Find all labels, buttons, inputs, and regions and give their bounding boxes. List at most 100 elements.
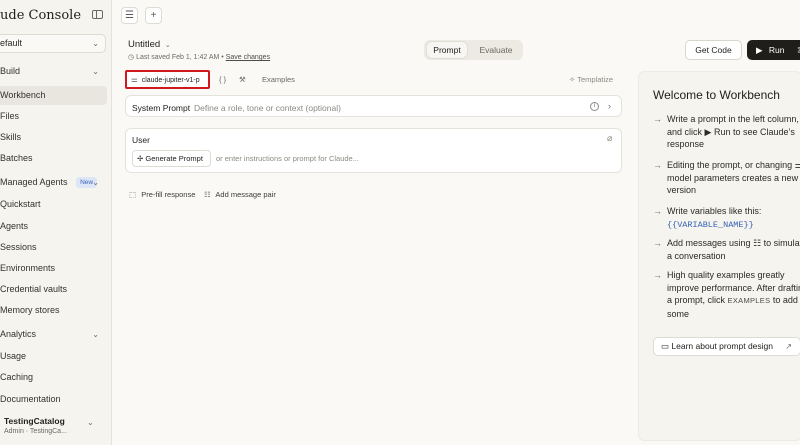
prefill-response-button[interactable]: ⬚ Pre-fill response [129, 190, 195, 199]
paperclip-icon[interactable]: ⌀ [607, 133, 612, 144]
prefill-label: Pre-fill response [141, 190, 196, 199]
add-message-pair-button[interactable]: ☷ Add message pair [204, 190, 276, 199]
nav-batches[interactable]: Batches [0, 149, 107, 168]
user-org: Admin · TestingCa... [4, 428, 67, 435]
system-prompt-input[interactable]: Define a role, tone or context (optional… [194, 103, 341, 113]
chevron-down-icon: ⌄ [92, 330, 99, 339]
nav-label: Batches [0, 153, 33, 163]
run-button[interactable]: ▶ Run ⌘ [747, 40, 800, 60]
nav-label: Quickstart [0, 199, 41, 209]
tip-examples: → High quality examples greatly improve … [653, 269, 800, 320]
sparkle-icon: ✢ [137, 154, 144, 163]
nav-label: Managed Agents [0, 177, 68, 187]
tip-text: Add messages using [667, 238, 751, 248]
tip-messages: → Add messages using ☷ to simulate a con… [653, 237, 800, 262]
list-icon[interactable]: ☰ [121, 7, 138, 24]
nav-label: Environments [0, 263, 56, 273]
nav-memory-stores[interactable]: Memory stores [0, 301, 107, 320]
arrow-right-icon: → [653, 270, 662, 280]
nav-label: Documentation [0, 394, 61, 404]
examples-button[interactable]: Examples [262, 75, 295, 84]
saved-time: Last saved Feb 1, 1:42 AM [136, 54, 220, 61]
workspace-select[interactable]: efault ⌄ [0, 34, 106, 53]
sliders-icon: ⚌ [131, 75, 138, 84]
generate-prompt-label: Generate Prompt [145, 154, 203, 163]
nav-environments[interactable]: Environments [0, 259, 107, 278]
system-prompt-label: System Prompt [132, 103, 191, 113]
model-name: claude-jupiter-v1-p [141, 77, 200, 84]
nav-label: Credential vaults [0, 284, 68, 294]
chevron-right-icon[interactable]: › [608, 101, 611, 111]
workspace-label: efault [0, 38, 23, 48]
nav-quickstart[interactable]: Quickstart [0, 195, 107, 214]
doc-title-dropdown[interactable]: Untitled ⌄ [128, 39, 171, 50]
nav-agents[interactable]: Agents [0, 217, 107, 236]
mode-tabs: Prompt Evaluate [424, 40, 523, 60]
nav-analytics[interactable]: Analytics ⌄ [0, 325, 107, 344]
system-prompt-card[interactable]: System Prompt Define a role, tone or con… [125, 95, 622, 117]
tip-variables: → Write variables like this: {{VARIABLE_… [653, 205, 800, 231]
nav-label: Agents [0, 221, 29, 231]
nav-label: Usage [0, 351, 27, 361]
user-account-menu[interactable]: TestingCatalog Admin · TestingCa... ⌄ [0, 412, 112, 442]
nav-workbench[interactable]: Workbench [0, 86, 107, 105]
user-message-input[interactable]: or enter instructions or prompt for Clau… [216, 154, 359, 163]
examples-keyword: EXAMPLES [727, 296, 771, 305]
arrow-right-icon: → [653, 206, 662, 216]
nav-skills[interactable]: Skills [0, 128, 107, 147]
tip-text: model parameters creates a new version [667, 172, 799, 196]
chevron-down-icon: ⌄ [164, 42, 171, 49]
templatize-button[interactable]: ✧ Templatize [569, 75, 613, 84]
wrench-icon[interactable]: ⚒ [239, 75, 246, 84]
nav-documentation[interactable]: Documentation [0, 390, 107, 409]
sidebar-toggle-icon[interactable] [92, 10, 103, 19]
nav-label: Workbench [0, 90, 46, 100]
nav-label: Caching [0, 372, 34, 382]
tip-editing: → Editing the prompt, or changing ⚌ mode… [653, 159, 800, 197]
tab-evaluate[interactable]: Evaluate [472, 42, 520, 58]
code-braces-icon[interactable]: { } [219, 75, 226, 84]
nav-label: Memory stores [0, 305, 60, 315]
play-icon: ▶ [756, 45, 763, 55]
nav-label: Skills [0, 132, 22, 142]
external-link-icon: ↗ [785, 342, 792, 351]
add-pair-label: Add message pair [215, 190, 276, 199]
plus-icon[interactable]: + [145, 7, 162, 24]
nav-label: Analytics [0, 329, 37, 339]
play-icon: ▶ [704, 126, 712, 137]
main-area: ☰ + Untitled ⌄ ◷ Last saved Feb 1, 1:42 … [112, 0, 800, 445]
nav-label: Build [0, 66, 21, 76]
sidebar: ude Console efault ⌄ Build ⌄ Workbench F… [0, 0, 112, 445]
arrow-right-icon: → [653, 238, 662, 248]
learn-label: Learn about prompt design [671, 341, 774, 351]
info-icon[interactable]: i [590, 102, 599, 111]
clock-icon: ◷ [128, 54, 135, 61]
nav-build[interactable]: Build ⌄ [0, 62, 107, 81]
chevron-down-icon: ⌄ [92, 67, 99, 76]
tip-text: Editing the prompt, or changing [667, 160, 793, 170]
dashed-box-icon: ⬚ [129, 190, 137, 199]
message-pair-icon: ☷ [753, 238, 762, 248]
user-name: TestingCatalog [4, 416, 65, 426]
nav-label: Files [0, 111, 20, 121]
save-changes-link[interactable]: Save changes [226, 54, 270, 61]
learn-prompt-design-button[interactable]: ▭ Learn about prompt design ↗ [653, 337, 800, 356]
nav-caching[interactable]: Caching [0, 368, 107, 387]
user-message-card: User ⌀ ✢ Generate Prompt or enter instru… [125, 128, 622, 173]
nav-credential-vaults[interactable]: Credential vaults [0, 280, 107, 299]
nav-managed-agents[interactable]: Managed Agents New ⌄ [0, 173, 107, 192]
tab-prompt[interactable]: Prompt [427, 42, 467, 58]
nav-label: Sessions [0, 242, 37, 252]
tip-text: Write variables like this: [667, 206, 762, 216]
save-status: ◷ Last saved Feb 1, 1:42 AM • Save chang… [128, 54, 271, 61]
nav-usage[interactable]: Usage [0, 347, 107, 366]
model-selector[interactable]: ⚌ claude-jupiter-v1-p [125, 70, 210, 89]
doc-title: Untitled [128, 39, 161, 50]
nav-sessions[interactable]: Sessions [0, 238, 107, 257]
sliders-icon: ⚌ [794, 160, 800, 170]
generate-prompt-button[interactable]: ✢ Generate Prompt [132, 150, 211, 167]
get-code-button[interactable]: Get Code [685, 40, 742, 60]
nav-files[interactable]: Files [0, 107, 107, 126]
book-icon: ▭ [661, 341, 670, 351]
message-pair-icon: ☷ [204, 190, 211, 199]
